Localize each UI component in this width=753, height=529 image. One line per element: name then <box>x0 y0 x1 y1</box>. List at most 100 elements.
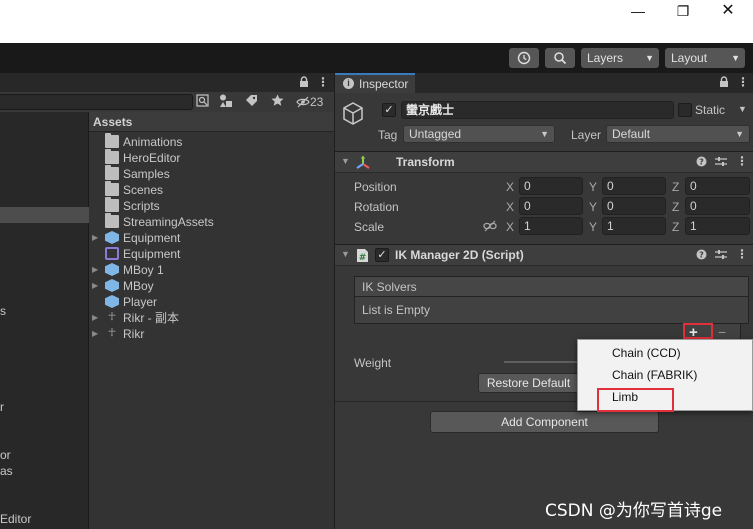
position-z-field[interactable]: 0 <box>685 177 750 195</box>
layer-dropdown[interactable]: Default ▼ <box>606 125 750 143</box>
more-options-icon[interactable]: ⋮ <box>317 75 329 89</box>
scale-z-field[interactable]: 1 <box>685 217 750 235</box>
ik-manager-title: IK Manager 2D (Script) <box>395 248 524 262</box>
script-icon: # <box>356 248 369 263</box>
scale-y-field[interactable]: 1 <box>602 217 666 235</box>
search-input[interactable] <box>0 94 193 110</box>
axis-y-label: Y <box>589 220 598 234</box>
history-button[interactable] <box>509 48 539 68</box>
highlight-box-plus <box>683 323 713 339</box>
axis-y-label: Y <box>589 200 598 214</box>
close-button[interactable]: ✕ <box>705 0 751 24</box>
foldout-arrow-icon[interactable]: ▶ <box>92 326 98 342</box>
list-empty-text: List is Empty <box>362 303 431 317</box>
svg-text:?: ? <box>699 158 704 167</box>
foldout-arrow-icon[interactable]: ▶ <box>92 262 98 278</box>
window-title-bar: — ❐ ✕ <box>0 0 753 43</box>
folder-icon <box>105 213 119 228</box>
remove-solver-button[interactable]: − <box>718 324 726 340</box>
tag-value: Untagged <box>409 127 462 141</box>
asset-item-label: Player <box>123 295 158 309</box>
weight-slider-track[interactable] <box>504 361 579 363</box>
hierarchy-item[interactable]: Editor <box>0 512 31 526</box>
asset-item-label: Equipment <box>123 231 181 245</box>
assets-header: Assets <box>89 112 334 132</box>
hierarchy-item[interactable]: as <box>0 464 13 478</box>
constrain-proportions-icon[interactable] <box>483 220 497 232</box>
axis-z-label: Z <box>672 220 680 234</box>
hierarchy-item[interactable]: r <box>0 400 4 414</box>
layer-label: Layer <box>571 128 602 142</box>
foldout-arrow-icon[interactable]: ▶ <box>92 278 98 294</box>
filter-by-type-icon[interactable] <box>219 94 233 107</box>
hierarchy-item[interactable]: or <box>0 448 11 462</box>
filter-by-label-icon[interactable] <box>245 94 258 107</box>
help-icon[interactable]: ? <box>696 249 707 260</box>
more-options-icon[interactable]: ⋮ <box>736 154 748 168</box>
layout-dropdown[interactable]: Layout ▼ <box>665 48 745 68</box>
asset-item-label: Rikr <box>123 327 145 341</box>
axis-x-label: X <box>506 200 515 214</box>
restore-button[interactable]: ❐ <box>660 0 706 24</box>
object-name-field[interactable]: 蠻京戲士 <box>401 101 674 119</box>
minimize-button[interactable]: — <box>615 0 661 24</box>
lock-icon[interactable] <box>719 76 729 88</box>
folder-icon <box>105 133 119 148</box>
asset-item-label: MBoy 1 <box>123 263 164 277</box>
presets-sliders-icon[interactable] <box>715 156 727 167</box>
axis-y-label: Y <box>589 180 598 194</box>
asset-item-label: MBoy <box>123 279 154 293</box>
hidden-packages-toggle[interactable]: 23 <box>296 94 323 109</box>
static-label: Static <box>695 103 726 117</box>
foldout-arrow-icon[interactable]: ▶ <box>92 310 98 326</box>
restore-default-button[interactable]: Restore Default <box>478 373 579 393</box>
ik-manager-header[interactable]: ▼ # ✓ IK Manager 2D (Script) ? ⋮ <box>335 244 753 266</box>
layers-label: Layers <box>587 51 624 65</box>
lock-icon[interactable] <box>299 76 309 88</box>
asset-item-label: HeroEditor <box>123 151 181 165</box>
svg-text:?: ? <box>699 251 704 260</box>
eye-slash-icon <box>296 96 310 108</box>
rotation-z-field[interactable]: 0 <box>685 197 750 215</box>
tab-inspector[interactable]: i Inspector <box>335 73 415 93</box>
component-enabled-checkbox[interactable]: ✓ <box>375 248 389 262</box>
chevron-down-icon: ▼ <box>735 129 744 139</box>
asset-item-label: Scripts <box>123 199 160 213</box>
ik-solvers-list-header: IK Solvers <box>354 276 749 297</box>
hierarchy-selected-row[interactable] <box>0 207 89 223</box>
active-checkbox[interactable]: ✓ <box>382 103 396 117</box>
transform-header[interactable]: ▼ Transform ? ⋮ <box>335 151 753 173</box>
position-x-field[interactable]: 0 <box>519 177 583 195</box>
axis-z-label: Z <box>672 200 680 214</box>
help-icon[interactable]: ? <box>696 156 707 167</box>
more-options-icon[interactable]: ⋮ <box>737 75 749 89</box>
rotation-x-field[interactable]: 0 <box>519 197 583 215</box>
chevron-down-icon[interactable]: ▼ <box>738 104 747 114</box>
menu-item-chain-fabrik[interactable]: Chain (FABRIK) <box>612 368 697 382</box>
foldout-arrow-icon: ▼ <box>341 249 350 259</box>
search-button[interactable] <box>545 48 575 68</box>
history-icon <box>517 51 531 65</box>
presets-sliders-icon[interactable] <box>715 249 727 260</box>
scale-x-field[interactable]: 1 <box>519 217 583 235</box>
highlight-box-limb <box>597 388 674 412</box>
foldout-arrow-icon[interactable]: ▶ <box>92 230 98 246</box>
assets-panel: Assets Animations HeroEditor Samples Scenes… <box>89 112 334 529</box>
tag-dropdown[interactable]: Untagged ▼ <box>403 125 555 143</box>
position-y-field[interactable]: 0 <box>602 177 666 195</box>
layers-dropdown[interactable]: Layers ▼ <box>581 48 659 68</box>
hierarchy-item[interactable]: s <box>0 304 6 318</box>
search-by-type-icon[interactable] <box>196 94 209 107</box>
static-checkbox[interactable] <box>678 103 692 117</box>
folder-icon <box>105 181 119 196</box>
more-options-icon[interactable]: ⋮ <box>736 247 748 261</box>
favorites-star-icon[interactable] <box>271 94 284 107</box>
menu-item-chain-ccd[interactable]: Chain (CCD) <box>612 346 681 360</box>
rotation-y-field[interactable]: 0 <box>602 197 666 215</box>
prefab-icon <box>105 263 119 276</box>
folder-icon <box>105 197 119 212</box>
axis-z-label: Z <box>672 180 680 194</box>
asset-item-label: Scenes <box>123 183 164 197</box>
prefab-icon <box>105 231 119 244</box>
add-component-button[interactable]: Add Component <box>430 411 659 433</box>
